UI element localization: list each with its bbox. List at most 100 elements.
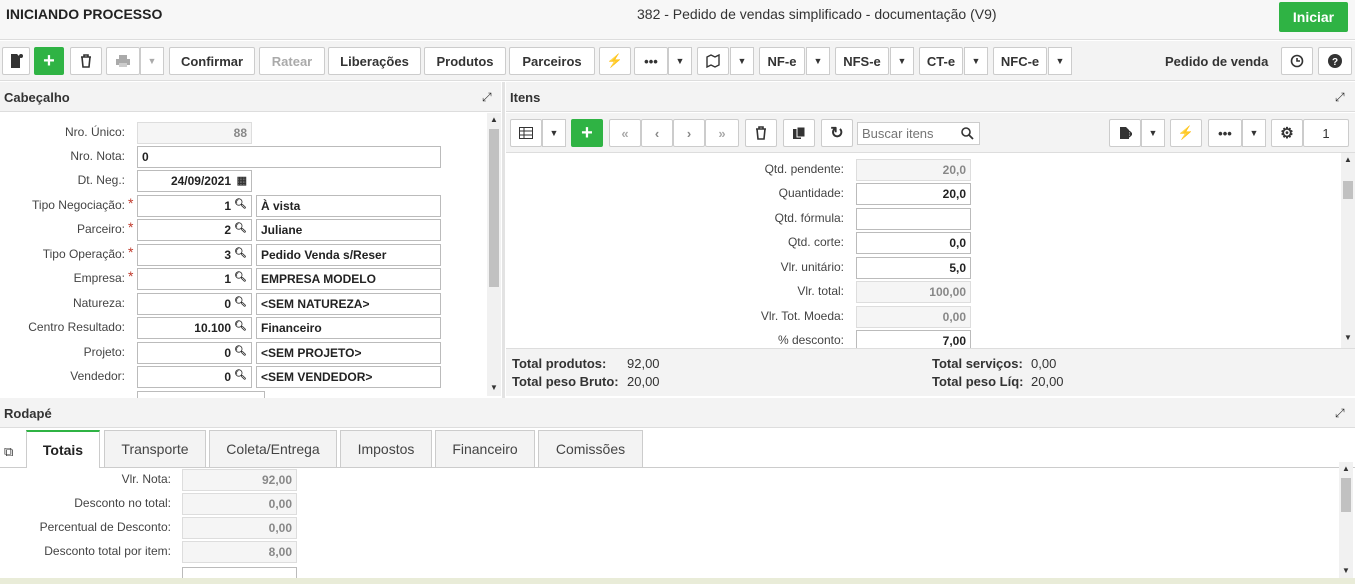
scroll-thumb[interactable] [1343, 181, 1353, 199]
item-field-value[interactable]: 5,0 [856, 257, 971, 279]
help-button[interactable]: ? [1318, 47, 1352, 75]
cte-button[interactable]: CT-e [919, 47, 963, 75]
items-search-input[interactable] [858, 123, 958, 143]
map-dropdown[interactable]: ▼ [730, 47, 754, 75]
print-button[interactable] [106, 47, 140, 75]
actions-button[interactable]: ⚡ [599, 47, 631, 75]
search-icon[interactable]: 🔍︎ [234, 346, 247, 357]
scroll-thumb[interactable] [489, 129, 499, 287]
footer-scrollbar[interactable]: ▲ ▼ [1339, 462, 1353, 578]
products-button[interactable]: Produtos [424, 47, 506, 75]
search-icon[interactable]: 🔍︎ [234, 248, 247, 259]
more-dropdown[interactable]: ▼ [668, 47, 692, 75]
item-more-button[interactable]: ••• [1208, 119, 1242, 147]
footer-tab[interactable]: Transporte [104, 430, 206, 468]
code-lookup-field[interactable]: 0 🔍︎ [137, 366, 252, 388]
nfse-button[interactable]: NFS-e [835, 47, 889, 75]
item-field-value[interactable] [856, 208, 971, 230]
search-icon[interactable] [961, 127, 974, 140]
items-scrollbar[interactable]: ▲ ▼ [1341, 153, 1355, 348]
delete-item-button[interactable] [745, 119, 777, 147]
code-lookup-field[interactable]: 0 🔍︎ [137, 293, 252, 315]
partners-button[interactable]: Parceiros [509, 47, 595, 75]
scroll-thumb[interactable] [1341, 478, 1351, 512]
panel-divider[interactable] [502, 82, 505, 398]
scroll-down-icon[interactable]: ▼ [1344, 333, 1352, 342]
footer-tab[interactable]: Totais [26, 430, 100, 468]
add-item-button[interactable]: + [571, 119, 603, 147]
lightning-icon: ⚡ [1177, 125, 1195, 140]
scroll-down-icon[interactable]: ▼ [490, 383, 498, 392]
footer-tab[interactable]: Comissões [538, 430, 643, 468]
expand-icon[interactable]: ⤢ [482, 90, 492, 105]
code-lookup-field[interactable]: 1 🔍︎ [137, 268, 252, 290]
start-button[interactable]: Iniciar [1279, 2, 1348, 32]
field-label: Projeto: [83, 345, 125, 359]
item-field-value[interactable]: 20,0 [856, 183, 971, 205]
cte-dropdown[interactable]: ▼ [964, 47, 988, 75]
caret-down-icon: ▼ [1249, 128, 1259, 138]
add-button[interactable]: + [34, 47, 64, 75]
search-icon[interactable]: 🔍︎ [234, 199, 247, 210]
scroll-up-icon[interactable]: ▲ [1344, 155, 1352, 164]
export-dropdown[interactable]: ▼ [1141, 119, 1165, 147]
print-dropdown[interactable]: ▼ [140, 47, 164, 75]
delete-button[interactable] [70, 47, 102, 75]
history-button[interactable] [1281, 47, 1313, 75]
nfe-dropdown[interactable]: ▼ [806, 47, 830, 75]
nfse-dropdown[interactable]: ▼ [890, 47, 914, 75]
next-record-button[interactable]: › [673, 119, 705, 147]
context-label: Pedido de venda [1165, 54, 1269, 69]
copy-window-icon[interactable]: ⧉ [4, 444, 13, 460]
last-record-button[interactable]: » [705, 119, 739, 147]
code-lookup-field[interactable]: 2 🔍︎ [137, 219, 252, 241]
lookup-description: À vista [256, 195, 441, 217]
nfe-button[interactable]: NF-e [759, 47, 805, 75]
search-icon[interactable]: 🔍︎ [234, 223, 247, 234]
expand-icon[interactable]: ⤢ [1335, 90, 1345, 105]
map-button[interactable] [697, 47, 729, 75]
item-actions-button[interactable]: ⚡ [1170, 119, 1202, 147]
note-number-field[interactable]: 0 [137, 146, 441, 168]
search-icon[interactable]: 🔍︎ [234, 297, 247, 308]
code-lookup-field[interactable]: 10.100 🔍︎ [137, 317, 252, 339]
scroll-up-icon[interactable]: ▲ [490, 115, 498, 124]
items-search-box[interactable] [857, 122, 980, 145]
copy-item-button[interactable] [783, 119, 815, 147]
grid-view-dropdown[interactable]: ▼ [542, 119, 566, 147]
more-button[interactable]: ••• [634, 47, 668, 75]
calendar-icon[interactable]: ▦ [237, 174, 247, 187]
confirm-button[interactable]: Confirmar [169, 47, 255, 75]
page-number[interactable]: 1 [1303, 119, 1349, 147]
releases-button[interactable]: Liberações [328, 47, 421, 75]
grid-view-button[interactable] [510, 119, 542, 147]
scroll-up-icon[interactable]: ▲ [1342, 464, 1350, 473]
footer-tab[interactable]: Coleta/Entrega [209, 430, 337, 468]
previous-record-button[interactable]: ‹ [641, 119, 673, 147]
partial-field [137, 391, 265, 398]
apportion-button[interactable]: Ratear [259, 47, 325, 75]
footer-tab[interactable]: Impostos [340, 430, 432, 468]
expand-icon[interactable]: ⤢ [1335, 406, 1345, 421]
first-record-button[interactable]: « [609, 119, 641, 147]
item-more-dropdown[interactable]: ▼ [1242, 119, 1266, 147]
negotiation-date-field[interactable]: 24/09/2021 ▦ [137, 170, 252, 192]
code-lookup-field[interactable]: 0 🔍︎ [137, 342, 252, 364]
search-icon[interactable]: 🔍︎ [234, 321, 247, 332]
settings-button[interactable]: ⚙ [1271, 119, 1303, 147]
code-lookup-field[interactable]: 1 🔍︎ [137, 195, 252, 217]
footer-tab[interactable]: Financeiro [435, 430, 535, 468]
refresh-button[interactable]: ↻ [821, 119, 853, 147]
plus-icon: + [581, 121, 593, 144]
code-lookup-field[interactable]: 3 🔍︎ [137, 244, 252, 266]
search-icon[interactable]: 🔍︎ [234, 272, 247, 283]
item-field-value[interactable]: 0,0 [856, 232, 971, 254]
scroll-down-icon[interactable]: ▼ [1342, 566, 1350, 575]
export-button[interactable] [1109, 119, 1141, 147]
nfce-dropdown[interactable]: ▼ [1048, 47, 1072, 75]
caret-down-icon: ▼ [675, 56, 685, 66]
search-icon[interactable]: 🔍︎ [234, 370, 247, 381]
header-scrollbar[interactable]: ▲ ▼ [487, 113, 501, 396]
new-document-button[interactable] [2, 47, 30, 75]
nfce-button[interactable]: NFC-e [993, 47, 1047, 75]
